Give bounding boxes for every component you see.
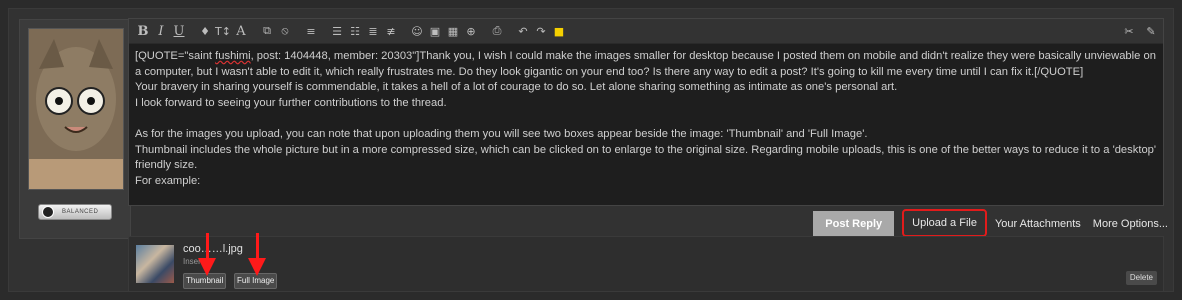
arrow-annotation-thumbnail — [206, 233, 209, 261]
arrowhead-full-image — [248, 258, 266, 276]
color-icon[interactable]: ♦ — [197, 22, 213, 40]
text-size-icon[interactable]: T↕ — [215, 22, 231, 40]
reply-body: Your bravery in sharing yourself is comm… — [135, 81, 1157, 187]
insert-icon[interactable]: ⊕ — [463, 22, 479, 40]
delete-attachment-button[interactable]: Delete — [1125, 271, 1157, 285]
bullet-list-icon[interactable]: ☰ — [329, 22, 345, 40]
attachment-filename: coo……l.jpg — [183, 243, 243, 255]
wrench-icon[interactable]: ✎ — [1143, 22, 1159, 40]
italic-icon[interactable]: I — [153, 22, 169, 40]
redo-icon[interactable]: ↷ — [533, 22, 549, 40]
quote-text: [QUOTE="saint — [135, 50, 216, 62]
user-sidebar: BALANCED — [19, 19, 131, 239]
attachment-thumbnail-image[interactable] — [136, 245, 174, 283]
message-textarea[interactable]: [QUOTE="saint fushimi, post: 1404448, me… — [129, 44, 1163, 194]
arrow-annotation-full-image — [256, 233, 259, 261]
source-toggle-icon[interactable]: ■ — [551, 22, 567, 40]
indent-icon[interactable]: ≢ — [383, 22, 399, 40]
outdent-icon[interactable]: ≣ — [365, 22, 381, 40]
arrowhead-thumbnail — [198, 258, 216, 276]
attachment-panel: coo……l.jpg Insert: Thumbnail Full Image … — [128, 236, 1164, 292]
quote-text-rest: , post: 1404448, member: 20303"]Thank yo… — [135, 50, 1160, 78]
font-icon[interactable]: A — [233, 22, 249, 40]
unlink-icon[interactable]: ⦸ — [277, 22, 293, 40]
undo-icon[interactable]: ↶ — [515, 22, 531, 40]
user-rank-badge: BALANCED — [38, 204, 112, 220]
link-icon[interactable]: ⧉ — [259, 22, 275, 40]
upload-file-button[interactable]: Upload a File — [902, 209, 987, 237]
media-icon[interactable]: ▦ — [445, 22, 461, 40]
post-reply-button[interactable]: Post Reply — [813, 211, 895, 237]
save-icon[interactable]: ⎙ — [489, 22, 505, 40]
badge-label: BALANCED — [62, 209, 99, 215]
more-options-button[interactable]: More Options... — [1087, 211, 1174, 237]
avatar[interactable] — [28, 28, 124, 190]
underline-icon[interactable]: U — [171, 22, 187, 40]
image-icon[interactable]: ▣ — [427, 22, 443, 40]
yin-yang-icon — [42, 206, 54, 218]
action-buttons: Post Reply Upload a File Your Attachment… — [813, 209, 1174, 237]
smiley-icon[interactable]: ☺ — [409, 22, 425, 40]
message-editor: B I U ♦ T↕ A ⧉ ⦸ ≡ ☰ ☷ ≣ ≢ ☺ ▣ ▦ ⊕ ⎙ ↶ ↷… — [128, 18, 1164, 206]
eraser-icon[interactable]: ✂ — [1121, 22, 1137, 40]
misspelled-word: fushimi — [215, 50, 251, 62]
align-icon[interactable]: ≡ — [303, 22, 319, 40]
bold-icon[interactable]: B — [135, 22, 151, 40]
editor-toolbar: B I U ♦ T↕ A ⧉ ⦸ ≡ ☰ ☷ ≣ ≢ ☺ ▣ ▦ ⊕ ⎙ ↶ ↷… — [129, 19, 1163, 44]
your-attachments-button[interactable]: Your Attachments — [989, 211, 1087, 237]
numbered-list-icon[interactable]: ☷ — [347, 22, 363, 40]
